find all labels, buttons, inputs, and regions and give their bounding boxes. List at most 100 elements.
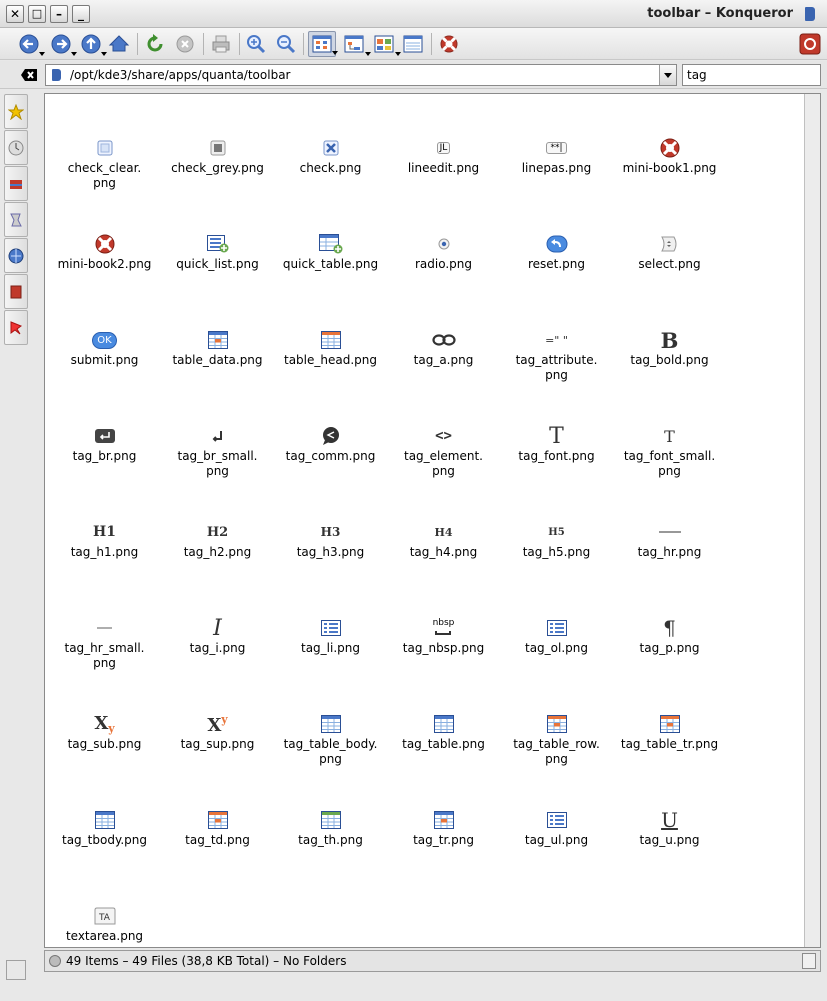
file-item[interactable]: check_clear. png (48, 137, 161, 233)
location-history-dropdown[interactable] (659, 65, 676, 85)
file-item[interactable]: tag_table_body. png (274, 713, 387, 809)
file-item[interactable]: mini-book2.png (48, 233, 161, 329)
file-item[interactable]: tag_ul.png (500, 809, 613, 905)
file-item[interactable]: tag_comm.png (274, 425, 387, 521)
reload-button[interactable] (142, 31, 168, 57)
konqueror-menu-button[interactable] (797, 31, 823, 57)
sidebar-tab-bookmarks[interactable] (4, 94, 28, 129)
file-item[interactable]: ¶ tag_p.png (613, 616, 726, 713)
clear-location-button[interactable] (20, 68, 38, 82)
close-window-button[interactable]: ✕ (6, 5, 24, 23)
file-name: quick_table.png (282, 257, 379, 271)
file-item[interactable]: =" " tag_attribute. png (500, 329, 613, 425)
h5-icon: H5 (548, 526, 565, 538)
file-name: tag_attribute. png (515, 353, 598, 382)
file-item[interactable]: tag_br_small. png (161, 425, 274, 521)
zoom-out-button[interactable] (273, 31, 299, 57)
file-item[interactable]: tag_table.png (387, 713, 500, 809)
file-item[interactable]: H1 tag_h1.png (48, 521, 161, 617)
maximize-window-button[interactable]: □ (28, 5, 46, 23)
sidebar-tab-media[interactable] (4, 274, 28, 309)
file-item[interactable]: mini-book1.png (613, 137, 726, 233)
sidebar-tab-favorites[interactable] (4, 310, 28, 345)
file-item[interactable]: JL lineedit.png (387, 137, 500, 233)
h1-icon: H1 (93, 524, 116, 540)
window-title: toolbar – Konqueror (647, 6, 793, 21)
file-item[interactable]: tag_hr.png (613, 521, 726, 617)
status-text: 49 Items – 49 Files (38,8 KB Total) – No… (66, 954, 347, 968)
file-item[interactable]: H5 tag_h5.png (500, 521, 613, 617)
back-button[interactable] (16, 31, 45, 57)
sidebar-toggle-button[interactable] (6, 960, 26, 980)
search-input[interactable]: tag (682, 64, 821, 86)
file-item[interactable]: quick_list.png (161, 233, 274, 329)
file-item[interactable]: Btag_bold.png (613, 328, 726, 425)
file-name: radio.png (414, 257, 473, 271)
file-item[interactable]: Utag_u.png (613, 808, 726, 905)
file-item[interactable]: nbsp tag_nbsp.png (387, 617, 500, 713)
file-item[interactable]: quick_table.png (274, 233, 387, 329)
search-value: tag (687, 68, 707, 82)
file-item[interactable]: tag_table_tr.png (613, 713, 726, 809)
minimize-window-button[interactable]: – (50, 5, 68, 23)
file-item[interactable]: tag_tr.png (387, 809, 500, 905)
h4-icon: H4 (434, 525, 453, 539)
zoom-in-button[interactable] (243, 31, 269, 57)
file-item[interactable]: tag_a.png (387, 329, 500, 425)
file-item[interactable]: table_data.png (161, 329, 274, 425)
file-item[interactable]: tag_br.png (48, 425, 161, 521)
icon-view-button[interactable] (308, 31, 338, 57)
sidebar-tab-history[interactable] (4, 130, 28, 165)
font-small-icon: T (664, 426, 675, 446)
file-name: tag_ol.png (524, 641, 588, 655)
file-item[interactable]: Xy tag_sub.png (48, 713, 161, 809)
file-item[interactable]: **| linepas.png (500, 137, 613, 233)
table-icon (387, 713, 500, 735)
up-button[interactable] (78, 31, 107, 57)
file-icon-view[interactable]: check_clear. png check_grey.png check.png J… (44, 93, 821, 948)
sidebar-tab-services[interactable] (4, 202, 28, 237)
forward-button[interactable] (48, 31, 77, 57)
sidebar-tab-home[interactable] (4, 166, 28, 201)
file-item[interactable]: radio.png (387, 233, 500, 329)
detailed-view-button[interactable] (400, 31, 426, 57)
file-item[interactable]: table_head.png (274, 329, 387, 425)
file-item[interactable]: Xy tag_sup.png (161, 713, 274, 809)
file-name: tag_th.png (298, 833, 363, 847)
link-view-checkbox[interactable] (802, 953, 816, 969)
line-break-small-icon (161, 425, 274, 447)
multi-column-view-button[interactable] (370, 31, 401, 57)
location-input[interactable]: /opt/kde3/share/apps/quanta/toolbar (45, 64, 677, 86)
file-item[interactable]: OK submit.png (48, 329, 161, 425)
file-item[interactable]: <> tag_element. png (387, 425, 500, 521)
file-item[interactable]: tag_th.png (274, 809, 387, 905)
file-item[interactable]: tag_tbody.png (48, 809, 161, 905)
file-item[interactable]: Ttag_font.png (500, 424, 613, 521)
help-button[interactable] (436, 31, 462, 57)
file-item[interactable]: reset.png (500, 233, 613, 329)
print-button[interactable] (208, 31, 234, 57)
file-item[interactable]: select.png (613, 233, 726, 329)
file-item[interactable]: Ttag_font_small. png (613, 425, 726, 521)
vertical-scrollbar[interactable] (804, 94, 820, 947)
file-item[interactable]: check.png (274, 137, 387, 233)
shade-window-button[interactable]: _ (72, 5, 90, 23)
file-item[interactable]: tag_li.png (274, 617, 387, 713)
file-item[interactable]: H3 tag_h3.png (274, 521, 387, 617)
file-item[interactable]: Itag_i.png (161, 616, 274, 713)
file-item[interactable]: check_grey.png (161, 137, 274, 233)
home-button[interactable] (106, 31, 132, 57)
file-item[interactable]: tag_td.png (161, 809, 274, 905)
file-item[interactable]: tag_table_row. png (500, 713, 613, 809)
lifebuoy-icon (613, 137, 726, 159)
file-name: select.png (638, 257, 701, 271)
file-item[interactable]: H2 tag_h2.png (161, 521, 274, 617)
tree-view-button[interactable] (340, 31, 371, 57)
file-item[interactable]: tag_hr_small. png (48, 617, 161, 713)
stop-button[interactable] (172, 31, 198, 57)
tr-icon (387, 809, 500, 831)
sidebar-tab-network[interactable] (4, 238, 28, 273)
file-item[interactable]: H4 tag_h4.png (387, 521, 500, 617)
file-item[interactable]: tag_ol.png (500, 617, 613, 713)
network-icon (8, 248, 24, 263)
